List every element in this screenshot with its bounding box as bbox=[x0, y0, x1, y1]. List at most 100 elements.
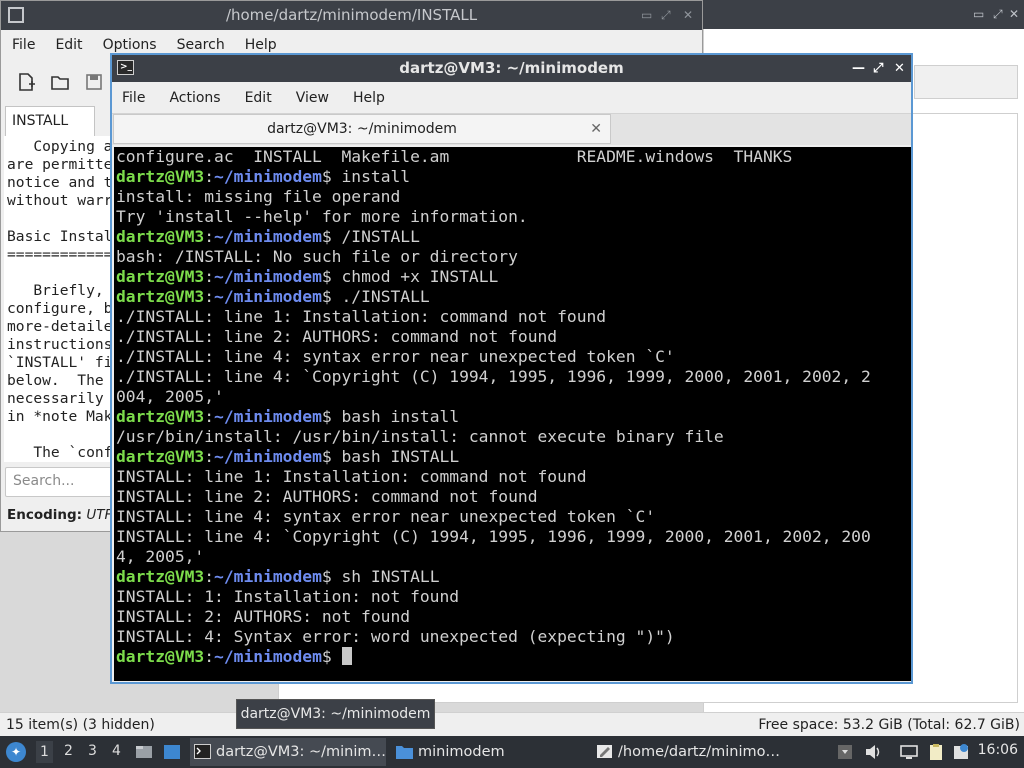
prompt-user: dartz@VM3 bbox=[116, 167, 205, 186]
workspace-4[interactable]: 4 bbox=[112, 743, 121, 759]
volume-icon[interactable] bbox=[864, 743, 882, 761]
menu-search[interactable]: Search bbox=[177, 37, 225, 53]
network-icon[interactable] bbox=[900, 743, 918, 761]
prompt-separator: : bbox=[204, 167, 215, 186]
clipboard-icon[interactable] bbox=[927, 743, 945, 761]
workspace-3[interactable]: 3 bbox=[88, 743, 97, 759]
terminal-line-text: install: missing file operand bbox=[116, 187, 401, 206]
editor-text-line: ============= bbox=[7, 246, 114, 263]
prompt-path: ~/minimodem bbox=[214, 167, 322, 186]
show-desktop-icon[interactable] bbox=[163, 743, 181, 761]
terminal-line-text: /usr/bin/install: /usr/bin/install: cann… bbox=[116, 427, 724, 446]
editor-text-line: more-detaile bbox=[7, 318, 113, 335]
terminal-output[interactable]: configure.ac INSTALL Makefile.am README.… bbox=[114, 147, 911, 681]
editor-text-line: are permitte bbox=[7, 156, 113, 173]
prompt-symbol: $ bbox=[321, 647, 332, 666]
editor-titlebar[interactable]: /home/dartz/minimodem/INSTALL ▭ ⤢ ✕ bbox=[1, 1, 702, 30]
menu-edit[interactable]: Edit bbox=[55, 37, 82, 53]
editor-tab-install[interactable]: INSTALL bbox=[5, 106, 95, 136]
input-method-icon[interactable] bbox=[836, 743, 854, 761]
maximize-icon[interactable]: ⤢ bbox=[873, 55, 883, 82]
terminal-titlebar[interactable]: >_ dartz@VM3: ~/minimodem — ⤢ ✕ bbox=[112, 55, 911, 82]
terminal-line-text: /INSTALL bbox=[331, 227, 420, 246]
menu-view[interactable]: View bbox=[296, 90, 329, 106]
terminal-line-text: ./INSTALL: line 2: AUTHORS: command not … bbox=[116, 327, 558, 346]
start-menu-icon[interactable]: ✦ bbox=[6, 742, 26, 762]
editor-text-line bbox=[7, 426, 114, 444]
menu-edit[interactable]: Edit bbox=[245, 90, 272, 106]
prompt-path: ~/minimodem bbox=[214, 647, 322, 666]
editor-text-area[interactable]: Copying a are permitte notice and t without… bbox=[4, 136, 114, 462]
terminal-command-line: dartz@VM3:~/minimodem$ sh INSTALL bbox=[116, 567, 911, 587]
terminal-output-line: Try 'install --help' for more informatio… bbox=[116, 207, 911, 227]
prompt-user: dartz@VM3 bbox=[116, 447, 205, 466]
terminal-line-text: 4, 2005,' bbox=[116, 547, 205, 566]
menu-actions[interactable]: Actions bbox=[169, 90, 220, 106]
text-editor-icon bbox=[597, 745, 612, 758]
maximize-icon[interactable]: ⤢ bbox=[993, 7, 1003, 22]
editor-text-line: notice and t bbox=[7, 174, 113, 191]
terminal-tab[interactable]: dartz@VM3: ~/minimodem ✕ bbox=[113, 114, 611, 144]
file-manager-location-bar[interactable] bbox=[914, 65, 1018, 99]
task-text-editor-label: /home/dartz/minimo… bbox=[618, 744, 780, 760]
search-input[interactable]: Search... bbox=[5, 467, 115, 497]
prompt-path: ~/minimodem bbox=[214, 447, 322, 466]
file-manager-titlebar: ▭ ⤢ ✕ bbox=[703, 0, 1024, 29]
menu-help[interactable]: Help bbox=[245, 37, 277, 53]
terminal-output-line: INSTALL: line 2: AUTHORS: command not fo… bbox=[116, 487, 911, 507]
prompt-symbol: $ bbox=[321, 227, 332, 246]
open-folder-icon[interactable] bbox=[50, 72, 70, 92]
menu-file[interactable]: File bbox=[12, 37, 35, 53]
workspace-2[interactable]: 2 bbox=[64, 743, 73, 759]
new-document-icon[interactable] bbox=[16, 72, 36, 92]
editor-tab-label: INSTALL bbox=[12, 113, 69, 129]
items-count-status: 15 item(s) (3 hidden) bbox=[6, 717, 155, 733]
update-notifier-icon[interactable] bbox=[952, 743, 970, 761]
close-icon[interactable]: ✕ bbox=[894, 55, 905, 82]
prompt-user: dartz@VM3 bbox=[116, 227, 205, 246]
prompt-separator: : bbox=[204, 447, 215, 466]
taskbar-tooltip: dartz@VM3: ~/minimodem bbox=[236, 699, 435, 729]
minimize-icon[interactable]: ▭ bbox=[641, 1, 652, 30]
terminal-command-line: dartz@VM3:~/minimodem$ bbox=[116, 647, 911, 667]
task-terminal[interactable]: dartz@VM3: ~/minim… bbox=[190, 738, 386, 766]
workspace-1[interactable]: 1 bbox=[36, 741, 53, 763]
terminal-line-text: bash install bbox=[331, 407, 460, 426]
prompt-symbol: $ bbox=[321, 407, 332, 426]
prompt-separator: : bbox=[204, 227, 215, 246]
prompt-user: dartz@VM3 bbox=[116, 287, 205, 306]
terminal-output-line: ./INSTALL: line 1: Installation: command… bbox=[116, 307, 911, 327]
task-file-manager[interactable]: minimodem bbox=[392, 738, 588, 766]
save-icon[interactable] bbox=[84, 72, 104, 92]
prompt-symbol: $ bbox=[321, 267, 332, 286]
editor-window-icon bbox=[8, 7, 24, 23]
prompt-path: ~/minimodem bbox=[214, 567, 322, 586]
terminal-line-text: INSTALL: line 2: AUTHORS: command not fo… bbox=[116, 487, 538, 506]
editor-text-line: Copying a bbox=[7, 138, 113, 155]
editor-text-line bbox=[7, 264, 114, 282]
menu-file[interactable]: File bbox=[122, 90, 145, 106]
editor-window-title: /home/dartz/minimodem/INSTALL bbox=[225, 6, 478, 24]
maximize-icon[interactable]: ⤢ bbox=[661, 1, 671, 30]
menu-help[interactable]: Help bbox=[353, 90, 385, 106]
prompt-separator: : bbox=[204, 567, 215, 586]
task-text-editor[interactable]: /home/dartz/minimo… bbox=[592, 738, 788, 766]
editor-text-line: below. The bbox=[7, 372, 113, 389]
editor-text-line: Basic Instal bbox=[7, 228, 113, 245]
task-file-manager-label: minimodem bbox=[418, 744, 505, 760]
terminal-command-line: dartz@VM3:~/minimodem$ install bbox=[116, 167, 911, 187]
close-icon[interactable]: ✕ bbox=[683, 1, 693, 30]
terminal-line-text: INSTALL: line 4: syntax error near unexp… bbox=[116, 507, 656, 526]
editor-text-line: instructions bbox=[7, 336, 113, 353]
file-manager-launcher-icon[interactable] bbox=[135, 743, 153, 761]
editor-text-line: `INSTALL' fi bbox=[7, 354, 113, 371]
menu-options[interactable]: Options bbox=[103, 37, 157, 53]
terminal-command-line: dartz@VM3:~/minimodem$ /INSTALL bbox=[116, 227, 911, 247]
minimize-icon[interactable]: — bbox=[852, 55, 865, 82]
tab-close-icon[interactable]: ✕ bbox=[590, 115, 602, 143]
minimize-icon[interactable]: ▭ bbox=[973, 7, 984, 21]
terminal-cursor bbox=[341, 647, 352, 665]
close-icon[interactable]: ✕ bbox=[1009, 7, 1019, 21]
editor-text-line: in *note Mak bbox=[7, 408, 113, 425]
terminal-output-line: 004, 2005,' bbox=[116, 387, 911, 407]
